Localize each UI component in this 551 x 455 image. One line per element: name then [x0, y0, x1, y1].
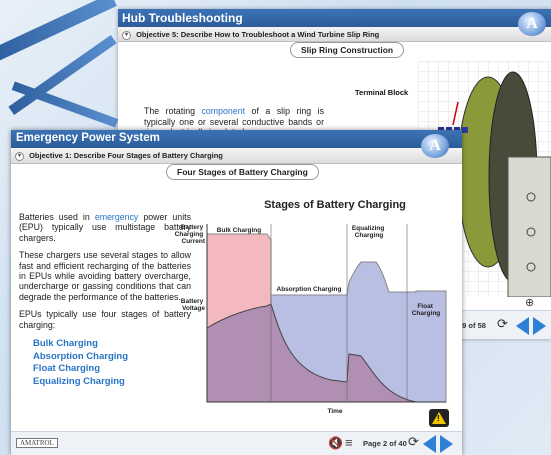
- paragraph: Batteries used in emergency power units …: [19, 212, 191, 243]
- stage-item[interactable]: Float Charging: [33, 363, 128, 376]
- emergency-power-system-window: Emergency Power System ▾ Objective 1: De…: [11, 130, 462, 455]
- chevron-down-icon[interactable]: ▾: [122, 30, 131, 40]
- stage-label-equalizing: Equalizing Charging: [352, 225, 386, 239]
- window-title: Emergency Power System: [11, 130, 462, 148]
- lesson-text: Batteries used in emergency power units …: [19, 212, 191, 337]
- chevron-down-icon[interactable]: ▾: [15, 151, 24, 161]
- stage-label-equalizing-line: Charging: [355, 232, 384, 239]
- glossary-link[interactable]: component: [202, 106, 246, 116]
- section-title: Four Stages of Battery Charging: [166, 164, 319, 180]
- stage-label-float-line: Charging: [412, 310, 441, 317]
- paragraph: These chargers use several stages to all…: [19, 250, 191, 302]
- objective-label: Objective 1: Describe Four Stages of Bat…: [29, 151, 223, 160]
- y-label-voltage-line: Voltage: [182, 305, 205, 312]
- mute-icon[interactable]: 🔇: [328, 436, 343, 450]
- window-title: Hub Troubleshooting: [118, 9, 551, 27]
- stage-label-equalizing-line: Equalizing: [352, 225, 385, 232]
- stage-list: Bulk Charging Absorption Charging Float …: [33, 338, 128, 388]
- battery-charging-chart: Stages of Battery Charging Battery Charg…: [175, 199, 447, 415]
- prev-page-button[interactable]: [516, 317, 529, 335]
- amatrol-brand: AMATROL: [16, 438, 58, 448]
- warning-icon[interactable]: !: [429, 409, 449, 427]
- glossary-link[interactable]: emergency: [95, 212, 139, 222]
- front-window-footer: AMATROL 🔇 ≡ Page 2 of 40 ⟳: [11, 431, 462, 455]
- y-label-current: Battery Charging Current: [175, 224, 206, 245]
- stage-label-bulk: Bulk Charging: [217, 227, 261, 234]
- stage-label-absorption: Absorption Charging: [277, 286, 342, 293]
- objective-bar[interactable]: ▾ Objective 1: Describe Four Stages of B…: [11, 148, 462, 164]
- next-page-button[interactable]: [440, 435, 453, 453]
- y-label-current-line: Current: [182, 238, 206, 245]
- stage-item[interactable]: Equalizing Charging: [33, 376, 128, 389]
- section-title: Slip Ring Construction: [290, 42, 405, 58]
- stage-item[interactable]: Bulk Charging: [33, 338, 128, 351]
- stage-item[interactable]: Absorption Charging: [33, 351, 128, 364]
- stage-label-float-line: Float: [417, 303, 433, 310]
- refresh-icon[interactable]: ⟳: [408, 434, 419, 450]
- amatrol-logo: A: [518, 12, 546, 36]
- next-page-button[interactable]: [533, 317, 546, 335]
- chart-title: Stages of Battery Charging: [264, 199, 406, 211]
- amatrol-logo: A: [421, 134, 449, 158]
- menu-icon[interactable]: ≡: [345, 435, 353, 450]
- x-axis-label: Time: [327, 408, 342, 415]
- prev-page-button[interactable]: [423, 435, 436, 453]
- y-label-current-line: Charging: [175, 231, 204, 238]
- zoom-icon[interactable]: ⊕: [525, 296, 534, 309]
- refresh-icon[interactable]: ⟳: [497, 316, 508, 332]
- page-indicator: Page 2 of 40: [363, 439, 407, 448]
- y-label-current-line: Battery: [181, 224, 204, 231]
- y-label-voltage-line: Battery: [181, 298, 204, 305]
- terminal-block-label: Terminal Block: [355, 88, 409, 97]
- y-label-voltage: Battery Voltage: [181, 298, 206, 312]
- paragraph: EPUs typically use four stages of batter…: [19, 309, 191, 330]
- objective-label: Objective 5: Describe How to Troubleshoo…: [136, 30, 380, 39]
- objective-bar[interactable]: ▾ Objective 5: Describe How to Troublesh…: [118, 27, 551, 42]
